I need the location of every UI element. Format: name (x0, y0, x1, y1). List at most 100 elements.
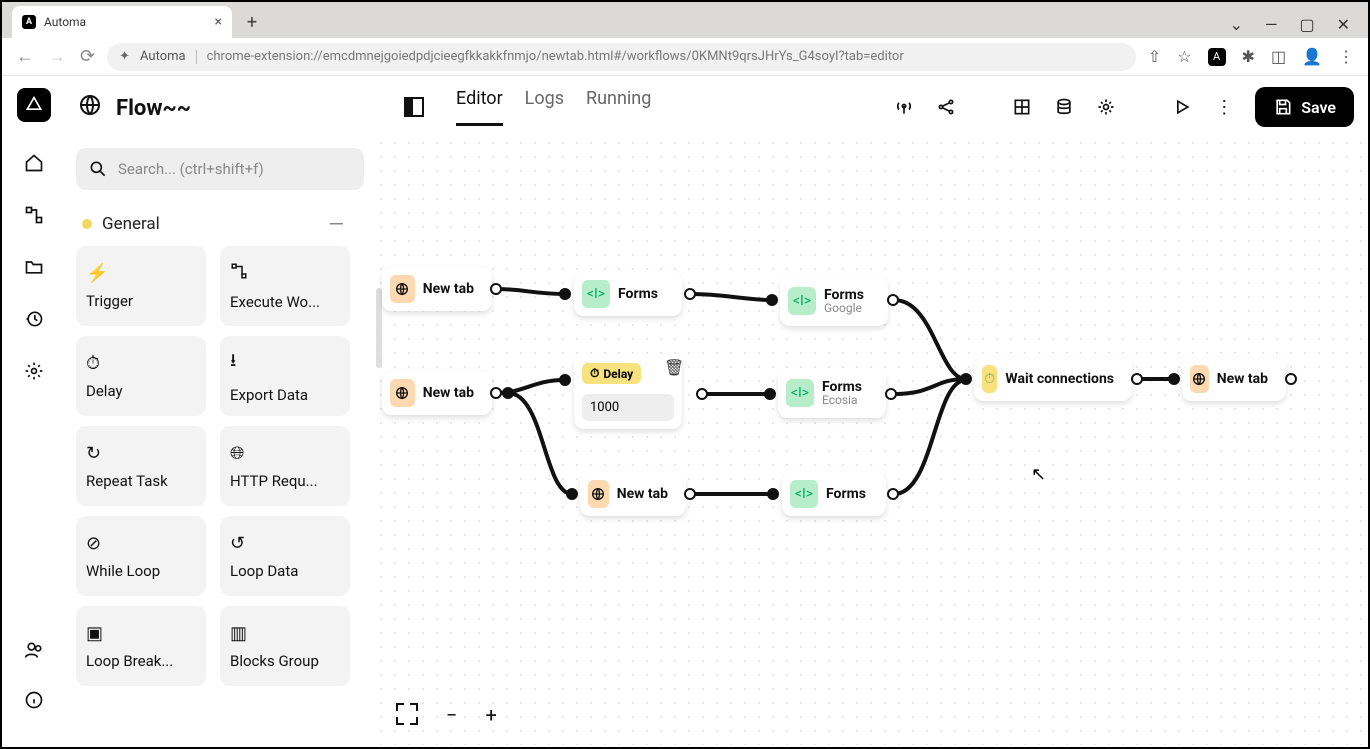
sidepanel-icon[interactable]: ◫ (1271, 47, 1286, 66)
tab-logs[interactable]: Logs (525, 88, 564, 126)
node-port[interactable] (1285, 373, 1297, 385)
loop-icon: ↺ (230, 533, 340, 554)
history-icon[interactable] (23, 308, 45, 330)
block-execute-workflow[interactable]: Execute Wo... (220, 246, 350, 326)
node-port[interactable] (767, 488, 779, 500)
node-forms-ecosia[interactable]: <I> FormsEcosia (778, 368, 886, 418)
block-http-request[interactable]: 🌐︎HTTP Requ... (220, 426, 350, 506)
canvas-controls: − + (396, 703, 497, 727)
no-icon: ⊘ (86, 533, 196, 554)
node-port[interactable] (887, 488, 899, 500)
browser-tab[interactable]: A Automa × (12, 6, 232, 38)
block-repeat-task[interactable]: ↻Repeat Task (76, 426, 206, 506)
category-color-dot (82, 219, 92, 229)
folder-icon[interactable] (23, 256, 45, 278)
maximize-icon[interactable]: ▢ (1299, 15, 1314, 34)
trash-icon[interactable]: 🗑 (664, 358, 684, 377)
block-blocks-group[interactable]: ▥Blocks Group (220, 606, 350, 686)
node-new-tab-3[interactable]: New tab (580, 472, 686, 516)
node-port[interactable] (1131, 373, 1143, 385)
node-port[interactable] (684, 488, 696, 500)
tab-favicon: A (22, 15, 36, 29)
close-window-icon[interactable]: ✕ (1337, 15, 1350, 34)
side-rail (4, 78, 64, 745)
star-icon[interactable]: ☆ (1177, 47, 1191, 66)
kebab-icon[interactable]: ⋮ (1213, 97, 1235, 118)
forward-icon[interactable]: → (48, 46, 66, 67)
tab-editor[interactable]: Editor (456, 88, 503, 126)
more-icon[interactable]: ⋮ (1338, 47, 1354, 66)
delay-chip: ⏱ Delay (582, 363, 641, 384)
ext-badge-icon[interactable]: A (1208, 48, 1226, 66)
profile-icon[interactable]: 👤 (1302, 47, 1322, 66)
search-input[interactable]: Search... (ctrl+shift+f) (76, 148, 364, 190)
workflow-icon[interactable] (23, 204, 45, 226)
tab-running[interactable]: Running (586, 88, 651, 126)
save-label: Save (1301, 98, 1336, 117)
minimize-icon[interactable]: — (1265, 15, 1278, 34)
url-field[interactable]: ✦ Automa chrome-extension://emcdmnejgoie… (107, 43, 1136, 71)
reload-icon[interactable]: ⟳ (80, 46, 95, 67)
app-logo[interactable] (17, 88, 51, 122)
gear-icon[interactable] (1095, 97, 1117, 117)
table-icon[interactable] (1011, 97, 1033, 117)
team-icon[interactable] (23, 639, 45, 661)
play-icon[interactable] (1171, 97, 1193, 117)
node-new-tab-4[interactable]: New tab (1182, 357, 1286, 401)
node-wait-connections[interactable]: ⏱ Wait connections (974, 357, 1132, 401)
cursor-icon: ↖ (1031, 464, 1046, 485)
collapse-icon[interactable]: — (328, 212, 368, 236)
code-icon: <I> (786, 379, 814, 407)
node-port[interactable] (559, 288, 571, 300)
node-port[interactable] (566, 488, 578, 500)
block-loop-data[interactable]: ↺Loop Data (220, 516, 350, 596)
node-port[interactable] (885, 388, 897, 400)
node-port[interactable] (490, 387, 502, 399)
node-new-tab-2[interactable]: New tab (382, 371, 492, 415)
node-port[interactable] (559, 374, 571, 386)
node-port[interactable] (766, 294, 778, 306)
zoom-out-icon[interactable]: − (446, 703, 457, 727)
node-forms-google[interactable]: <I> FormsGoogle (780, 276, 888, 326)
close-tab-icon[interactable]: × (215, 14, 222, 30)
node-port[interactable] (960, 373, 972, 385)
timer-icon: ⏱ (982, 365, 997, 393)
settings-icon[interactable] (23, 360, 45, 382)
node-forms-3[interactable]: <I> Forms (782, 472, 886, 516)
puzzle-icon[interactable]: ✱ (1242, 47, 1255, 66)
node-port[interactable] (490, 283, 502, 295)
home-icon[interactable] (23, 152, 45, 174)
broadcast-icon[interactable] (893, 97, 915, 117)
node-port[interactable] (684, 288, 696, 300)
node-port[interactable] (764, 388, 776, 400)
delay-value-input[interactable]: 1000 (582, 394, 674, 421)
url-app-label: Automa (140, 49, 186, 64)
chevron-down-icon[interactable]: ⌄ (1230, 15, 1243, 34)
zoom-in-icon[interactable]: + (485, 703, 496, 727)
node-port[interactable] (887, 294, 899, 306)
share-nodes-icon[interactable] (935, 97, 957, 117)
toggle-panel-icon[interactable] (404, 97, 424, 117)
back-icon[interactable]: ← (16, 46, 34, 67)
code-icon: <I> (582, 280, 610, 308)
block-delay[interactable]: ⏱Delay (76, 336, 206, 416)
workflow-canvas[interactable]: New tab <I> Forms <I> FormsGoogle (374, 136, 1366, 745)
block-export-data[interactable]: ⭳Export Data (220, 336, 350, 416)
node-port[interactable] (1168, 373, 1180, 385)
database-icon[interactable] (1053, 97, 1075, 117)
globe-icon: 🌐︎ (230, 443, 340, 464)
category-header[interactable]: General — (76, 208, 374, 240)
node-new-tab-1[interactable]: New tab (382, 267, 492, 311)
block-loop-break[interactable]: ▣Loop Break... (76, 606, 206, 686)
node-forms-1[interactable]: <I> Forms (574, 272, 682, 316)
info-icon[interactable] (23, 689, 45, 711)
flow-title[interactable]: Flow~~ (116, 96, 191, 121)
fit-view-icon[interactable] (396, 703, 418, 725)
share-icon[interactable]: ⇧ (1148, 47, 1161, 66)
block-while-loop[interactable]: ⊘While Loop (76, 516, 206, 596)
new-tab-button[interactable]: + (238, 8, 266, 36)
block-trigger[interactable]: ⚡Trigger (76, 246, 206, 326)
node-port[interactable] (502, 387, 514, 399)
save-button[interactable]: Save (1255, 87, 1354, 127)
node-port[interactable] (696, 388, 708, 400)
